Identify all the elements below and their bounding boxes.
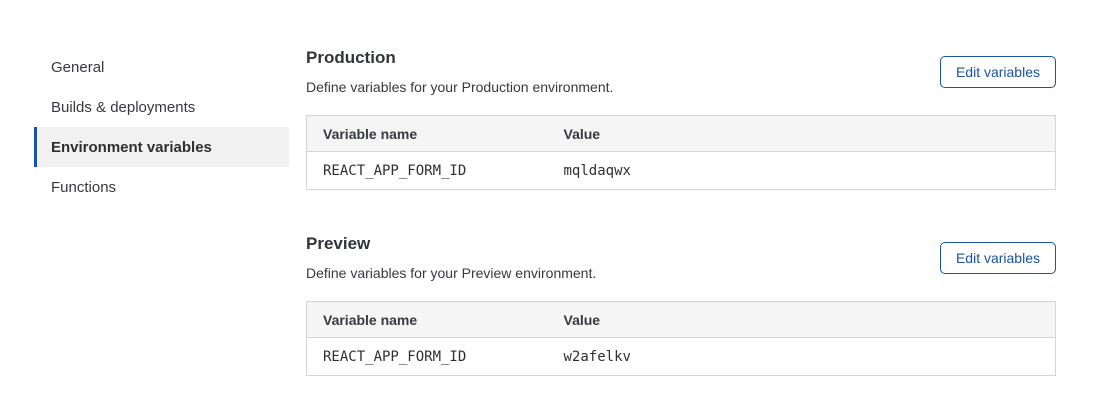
preview-title: Preview	[306, 234, 596, 254]
settings-page: General Builds & deployments Environment…	[0, 0, 1100, 420]
settings-sidebar: General Builds & deployments Environment…	[34, 47, 289, 207]
column-header-variable-name: Variable name	[307, 302, 548, 338]
sidebar-item-builds-deployments[interactable]: Builds & deployments	[34, 87, 289, 127]
production-section: Production Define variables for your Pro…	[306, 48, 1056, 190]
production-title: Production	[306, 48, 613, 68]
preview-edit-variables-button[interactable]: Edit variables	[940, 242, 1056, 274]
table-header-row: Variable name Value	[307, 302, 1056, 338]
variable-value-cell: mqldaqwx	[548, 152, 1056, 190]
production-variables-table: Variable name Value REACT_APP_FORM_ID mq…	[306, 115, 1056, 190]
variable-name-cell: REACT_APP_FORM_ID	[307, 152, 548, 190]
preview-heading-block: Preview Define variables for your Previe…	[306, 234, 596, 281]
sidebar-item-general[interactable]: General	[34, 47, 289, 87]
variable-name-cell: REACT_APP_FORM_ID	[307, 338, 548, 376]
table-header-row: Variable name Value	[307, 116, 1056, 152]
preview-variables-table: Variable name Value REACT_APP_FORM_ID w2…	[306, 301, 1056, 376]
production-description: Define variables for your Production env…	[306, 79, 613, 95]
column-header-value: Value	[548, 302, 1056, 338]
column-header-value: Value	[548, 116, 1056, 152]
production-edit-variables-button[interactable]: Edit variables	[940, 56, 1056, 88]
preview-section: Preview Define variables for your Previe…	[306, 234, 1056, 376]
environment-variables-panel: Production Define variables for your Pro…	[306, 48, 1056, 376]
table-row: REACT_APP_FORM_ID w2afelkv	[307, 338, 1056, 376]
preview-description: Define variables for your Preview enviro…	[306, 265, 596, 281]
production-heading-block: Production Define variables for your Pro…	[306, 48, 613, 95]
table-row: REACT_APP_FORM_ID mqldaqwx	[307, 152, 1056, 190]
sidebar-item-environment-variables[interactable]: Environment variables	[34, 127, 289, 167]
variable-value-cell: w2afelkv	[548, 338, 1056, 376]
preview-section-header: Preview Define variables for your Previe…	[306, 234, 1056, 281]
sidebar-item-functions[interactable]: Functions	[34, 167, 289, 207]
production-section-header: Production Define variables for your Pro…	[306, 48, 1056, 95]
column-header-variable-name: Variable name	[307, 116, 548, 152]
